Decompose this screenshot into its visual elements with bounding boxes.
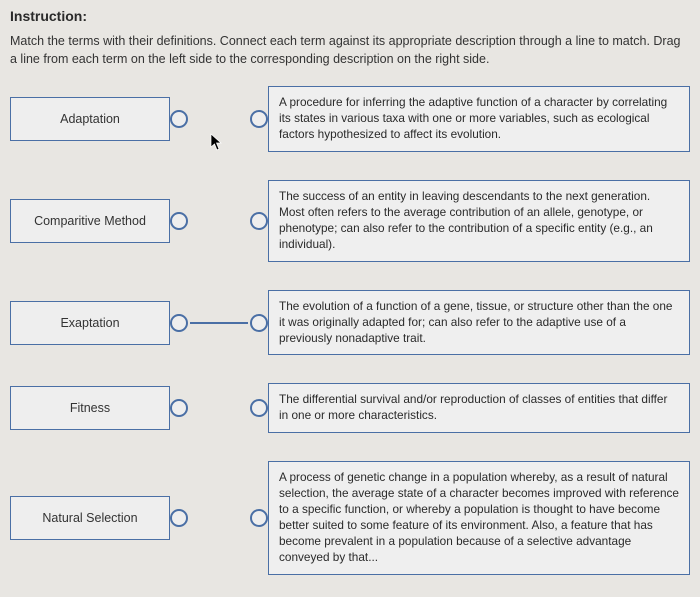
definition-box[interactable]: The success of an entity in leaving desc… [268, 180, 690, 262]
term-box[interactable]: Exaptation [10, 301, 170, 345]
term-endpoint[interactable] [170, 509, 188, 527]
definition-endpoint[interactable] [250, 509, 268, 527]
definition-endpoint[interactable] [250, 110, 268, 128]
definition-endpoint[interactable] [250, 314, 268, 332]
connector-zone[interactable] [170, 509, 268, 527]
connection-line [190, 517, 248, 519]
match-row: Adaptation A procedure for inferring the… [10, 86, 690, 152]
connection-line [190, 220, 248, 222]
connector-zone[interactable] [170, 212, 268, 230]
term-endpoint[interactable] [170, 399, 188, 417]
term-endpoint[interactable] [170, 110, 188, 128]
definition-box[interactable]: The differential survival and/or reprodu… [268, 383, 690, 433]
definition-box[interactable]: The evolution of a function of a gene, t… [268, 290, 690, 356]
match-row: Fitness The differential survival and/or… [10, 383, 690, 433]
match-rows: Adaptation A procedure for inferring the… [10, 86, 690, 575]
match-row: Natural Selection A process of genetic c… [10, 461, 690, 575]
term-endpoint[interactable] [170, 314, 188, 332]
match-row: Exaptation The evolution of a function o… [10, 290, 690, 356]
instruction-heading: Instruction: [10, 8, 690, 24]
instruction-body: Match the terms with their definitions. … [10, 32, 690, 68]
definition-box[interactable]: A procedure for inferring the adaptive f… [268, 86, 690, 152]
term-box[interactable]: Natural Selection [10, 496, 170, 540]
match-row: Comparitive Method The success of an ent… [10, 180, 690, 262]
definition-endpoint[interactable] [250, 399, 268, 417]
connector-zone[interactable] [170, 399, 268, 417]
term-box[interactable]: Comparitive Method [10, 199, 170, 243]
term-endpoint[interactable] [170, 212, 188, 230]
definition-box[interactable]: A process of genetic change in a populat… [268, 461, 690, 575]
term-box[interactable]: Fitness [10, 386, 170, 430]
connection-line [190, 322, 248, 324]
connection-line [190, 118, 248, 120]
connector-zone[interactable] [170, 110, 268, 128]
connector-zone[interactable] [170, 314, 268, 332]
term-box[interactable]: Adaptation [10, 97, 170, 141]
connection-line [190, 407, 248, 409]
definition-endpoint[interactable] [250, 212, 268, 230]
page-wrapper: Instruction: Match the terms with their … [0, 0, 700, 585]
